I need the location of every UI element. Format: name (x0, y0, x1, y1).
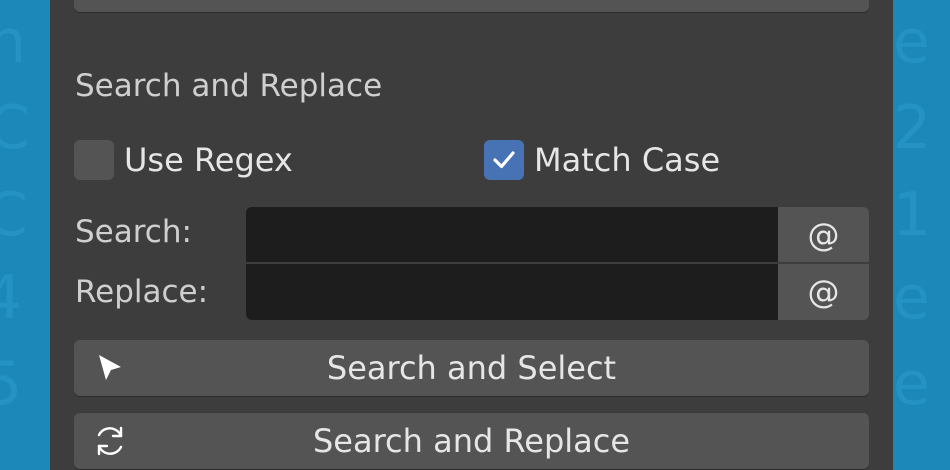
backdrop-text: C (0, 93, 30, 163)
search-and-select-button[interactable]: Search and Select (74, 340, 869, 396)
backdrop-text: n (0, 7, 27, 77)
checkmark-icon (493, 151, 515, 169)
backdrop-text: e (893, 7, 930, 77)
search-input[interactable] (246, 207, 778, 263)
top-button[interactable] (74, 0, 869, 12)
replace-at-button[interactable]: @ (778, 264, 869, 320)
backdrop-text: e (893, 263, 930, 333)
search-and-select-label: Search and Select (326, 349, 617, 387)
match-case-label: Match Case (534, 141, 721, 179)
search-and-replace-button[interactable]: Search and Replace (74, 413, 869, 469)
search-replace-panel: Search and Replace Use Regex Match Case … (50, 0, 893, 470)
search-and-replace-label: Search and Replace (312, 422, 631, 460)
backdrop-text: 5 (0, 349, 23, 419)
replace-label: Replace: (75, 274, 209, 310)
use-regex-checkbox[interactable] (74, 140, 114, 180)
match-case-checkbox[interactable] (484, 140, 524, 180)
backdrop-text: C (0, 180, 28, 250)
backdrop-text: e (893, 349, 930, 419)
search-at-button[interactable]: @ (778, 207, 869, 263)
search-label: Search: (75, 214, 192, 250)
backdrop-text: 4 (0, 263, 23, 333)
section-title: Search and Replace (75, 68, 383, 104)
match-case-option[interactable]: Match Case (484, 140, 720, 180)
backdrop-text: 2 (893, 93, 932, 163)
replace-input[interactable] (246, 264, 778, 320)
use-regex-label: Use Regex (124, 141, 293, 179)
backdrop-text: 1 (893, 180, 932, 250)
use-regex-option[interactable]: Use Regex (74, 140, 293, 180)
